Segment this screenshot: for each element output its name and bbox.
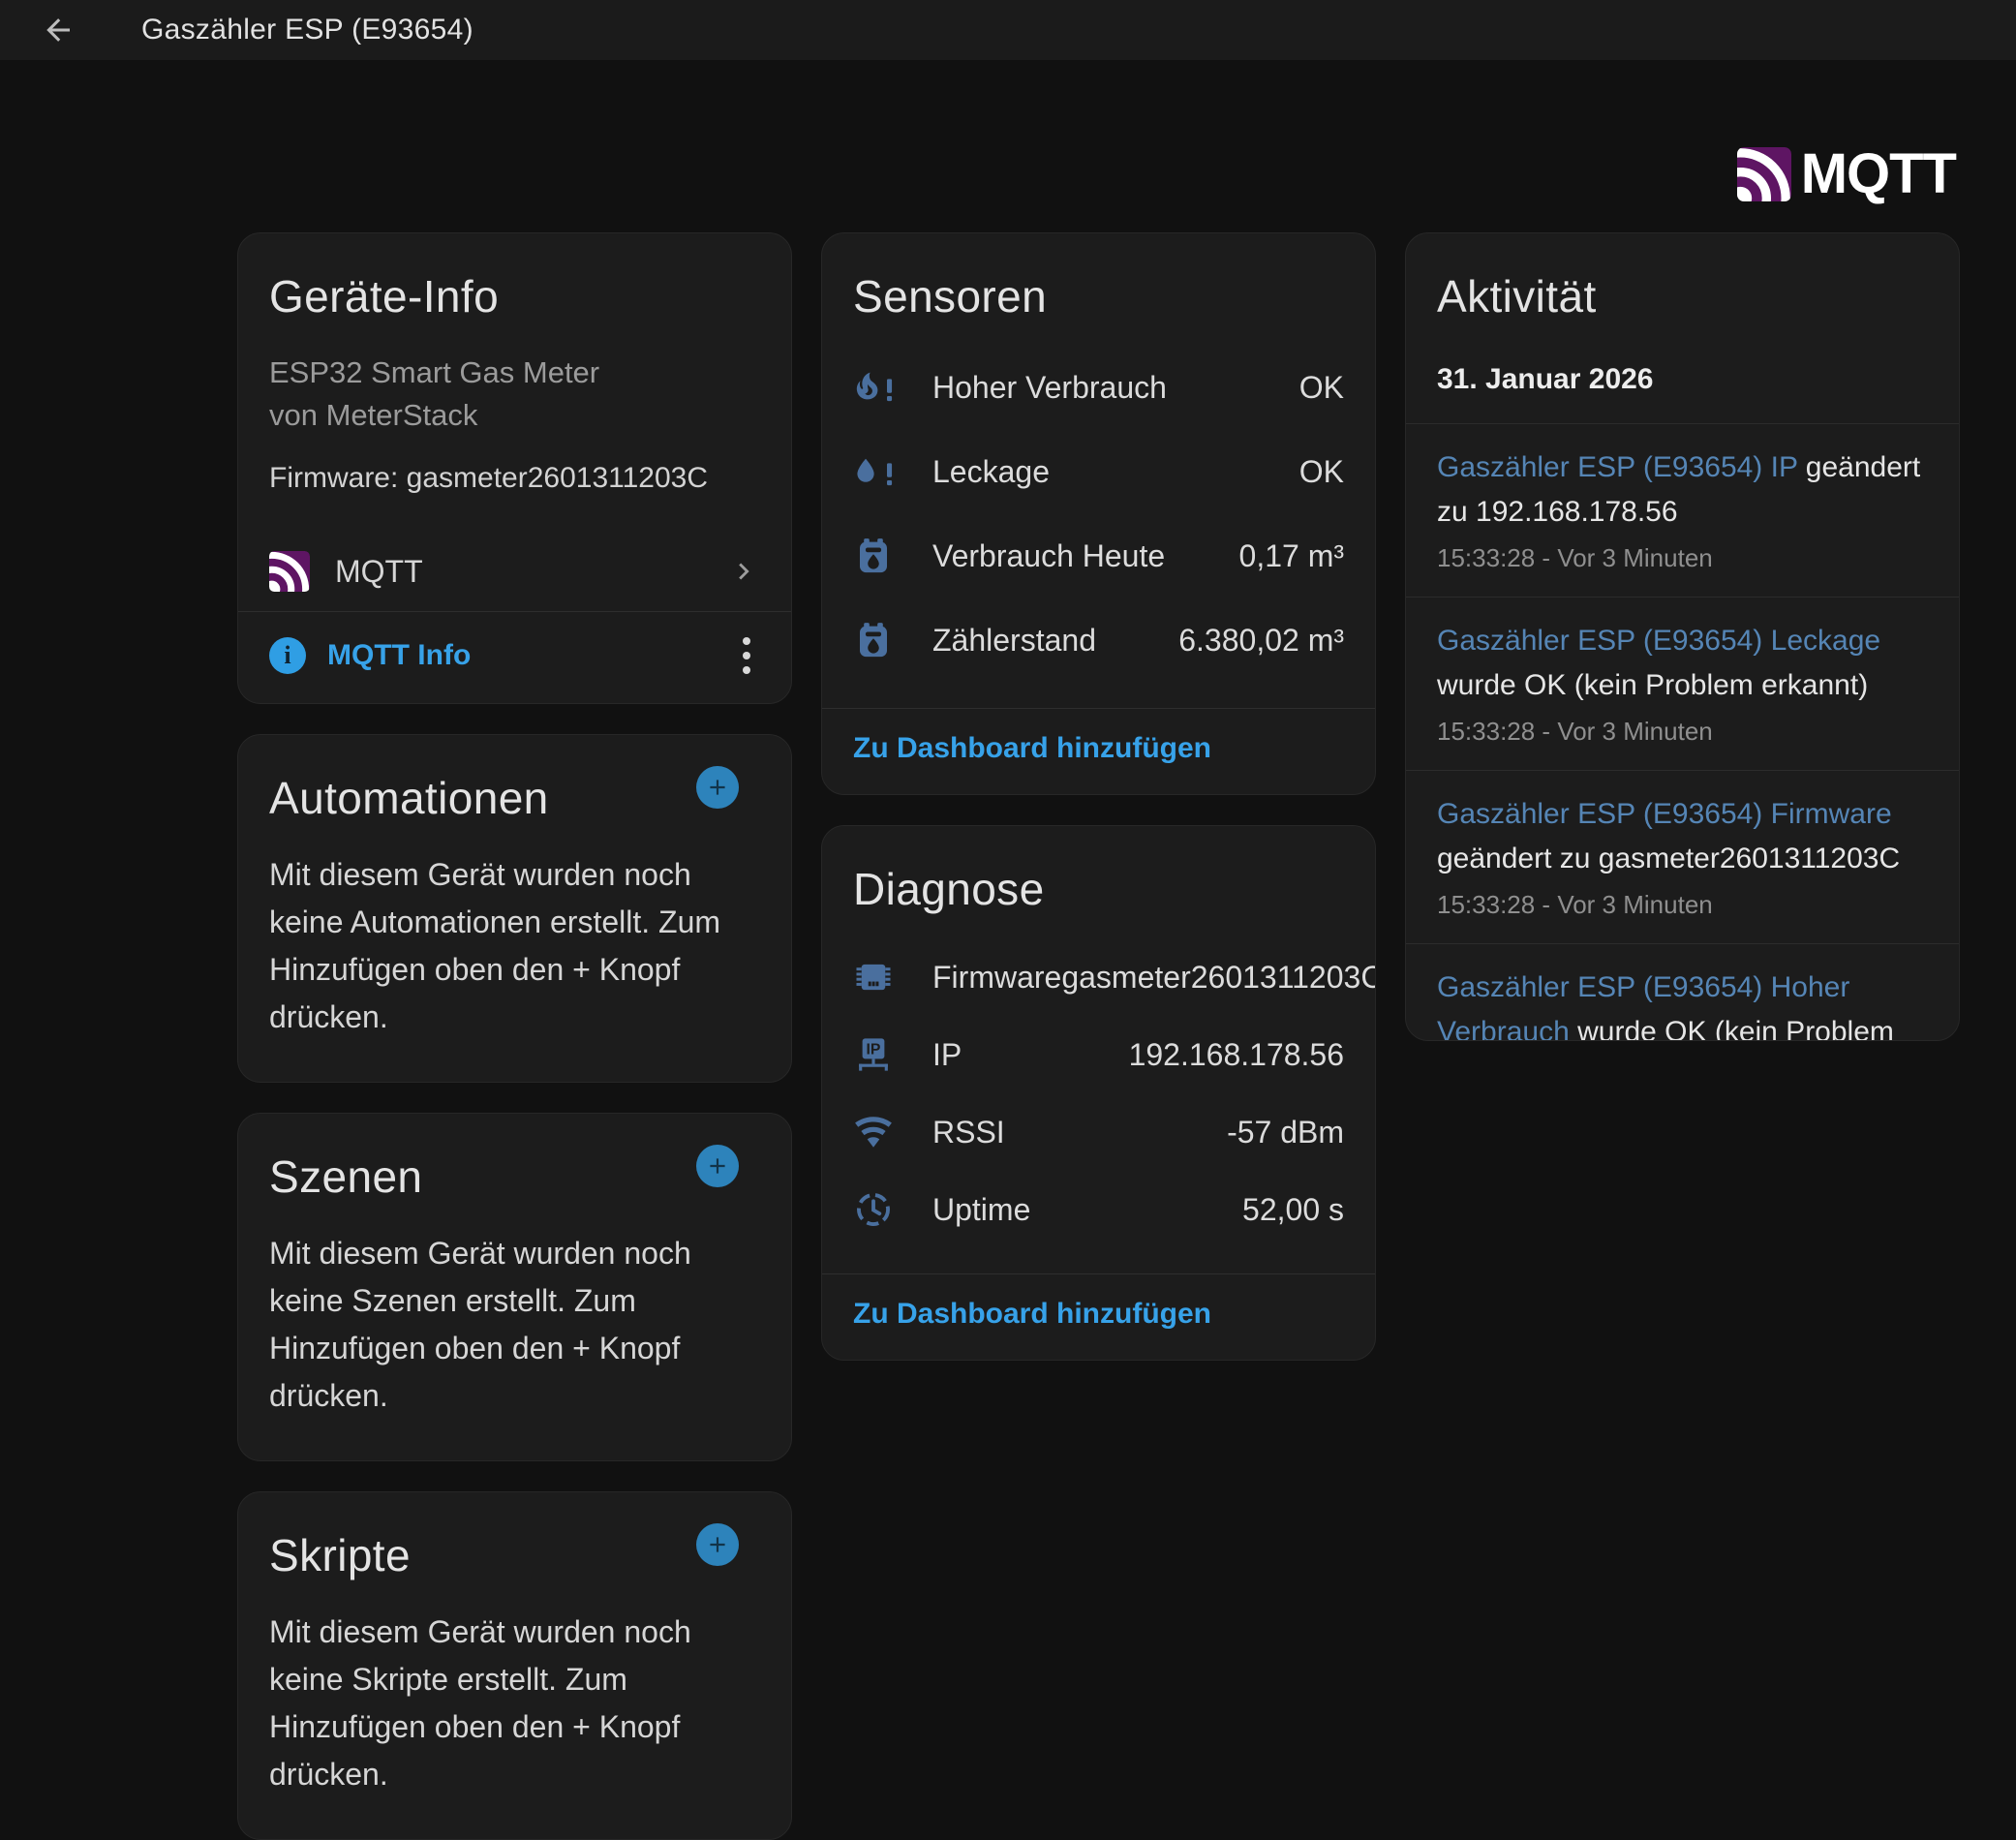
diagnostic-row-uptime[interactable]: Uptime 52,00 s (853, 1171, 1344, 1248)
activity-entry: Gaszähler ESP (E93654) Firmware geändert… (1406, 770, 1959, 943)
diagnostic-row-ip[interactable]: IP IP 192.168.178.56 (853, 1016, 1344, 1093)
clock-icon (853, 1189, 894, 1230)
sensor-label: Verbrauch Heute (932, 538, 1165, 574)
scripts-card: Skripte Mit diesem Gerät wurden noch kei… (237, 1491, 792, 1840)
ip-network-icon: IP (853, 1034, 894, 1075)
plus-icon (705, 1153, 730, 1179)
scripts-title: Skripte (238, 1492, 442, 1581)
plus-icon (705, 1532, 730, 1557)
automations-card: Automationen Mit diesem Gerät wurden noc… (237, 734, 792, 1083)
diagnostic-row-rssi[interactable]: RSSI -57 dBm (853, 1093, 1344, 1171)
water-alert-icon (853, 452, 894, 493)
overflow-menu-button[interactable] (733, 633, 760, 678)
mqtt-info-link[interactable]: i MQTT Info (269, 637, 471, 674)
activity-entity-link[interactable]: Gaszähler ESP (E93654) Leckage (1437, 625, 1880, 657)
sensor-value: OK (1299, 370, 1344, 406)
mqtt-info-label: MQTT Info (327, 639, 471, 672)
device-model: ESP32 Smart Gas Meter (269, 352, 760, 394)
sensor-label: Hoher Verbrauch (932, 370, 1167, 406)
activity-timestamp: 15:33:28 - Vor 3 Minuten (1437, 890, 1928, 920)
add-to-dashboard-link[interactable]: Zu Dashboard hinzufügen (853, 1298, 1211, 1330)
add-scene-button[interactable] (696, 1145, 739, 1187)
mqtt-logo-icon (1737, 147, 1791, 201)
scenes-card: Szenen Mit diesem Gerät wurden noch kein… (237, 1113, 792, 1461)
middle-column: Sensoren Hoher Verbrauch OK Leckage (821, 232, 1376, 1840)
device-firmware: Firmware: gasmeter2601311203C (269, 462, 760, 495)
sensor-row-verbrauch-heute[interactable]: Verbrauch Heute 0,17 m³ (853, 514, 1344, 598)
sensor-label: Zählerstand (932, 623, 1096, 659)
sensor-value: 0,17 m³ (1239, 538, 1344, 574)
app-header: Gaszähler ESP (E93654) (0, 0, 2016, 60)
page-title: Gaszähler ESP (E93654) (141, 14, 473, 46)
automations-empty-text: Mit diesem Gerät wurden noch keine Autom… (238, 824, 791, 1082)
chevron-right-icon (727, 555, 760, 588)
chip-icon (853, 957, 894, 997)
dot (743, 666, 750, 674)
activity-entry-text: wurde OK (kein Problem erkannt) (1437, 669, 1868, 701)
automations-title: Automationen (238, 735, 580, 824)
activity-entry: Gaszähler ESP (E93654) Leckage wurde OK … (1406, 597, 1959, 770)
device-info-title: Geräte-Info (238, 233, 791, 322)
diagnostic-label: IP (932, 1037, 962, 1073)
fire-alert-icon (853, 368, 894, 409)
scripts-empty-text: Mit diesem Gerät wurden noch keine Skrip… (238, 1581, 791, 1839)
diagnostics-card: Diagnose Firmware gasmeter2601311203C (821, 825, 1376, 1361)
sensor-row-hoher-verbrauch[interactable]: Hoher Verbrauch OK (853, 346, 1344, 430)
activity-date-header: 31. Januar 2026 (1406, 322, 1959, 423)
device-info-card: Geräte-Info ESP32 Smart Gas Meter von Me… (237, 232, 792, 704)
diagnostic-label: RSSI (932, 1115, 1005, 1150)
scenes-empty-text: Mit diesem Gerät wurden noch keine Szene… (238, 1203, 791, 1460)
diagnostic-value: 52,00 s (1242, 1192, 1344, 1228)
diagnostic-row-firmware[interactable]: Firmware gasmeter2601311203C (853, 938, 1344, 1016)
diagnostic-value: 192.168.178.56 (1129, 1037, 1344, 1073)
plus-icon (705, 775, 730, 800)
dot (743, 637, 750, 645)
wifi-icon (853, 1112, 894, 1152)
activity-timestamp: 15:33:28 - Vor 3 Minuten (1437, 717, 1928, 747)
sensor-value: OK (1299, 454, 1344, 490)
diagnostic-label: Firmware (932, 960, 1061, 996)
gas-meter-icon (853, 537, 894, 577)
activity-title: Aktivität (1406, 233, 1959, 322)
diagnostic-label: Uptime (932, 1192, 1030, 1228)
information-icon: i (269, 637, 306, 674)
sensor-row-zaehlerstand[interactable]: Zählerstand 6.380,02 m³ (853, 598, 1344, 683)
sensor-label: Leckage (932, 454, 1050, 490)
scenes-title: Szenen (238, 1114, 453, 1203)
add-to-dashboard-link[interactable]: Zu Dashboard hinzufügen (853, 732, 1211, 764)
diagnostic-value: -57 dBm (1227, 1115, 1344, 1150)
mqtt-brand-label: MQTT (1801, 141, 1956, 206)
arrow-left-icon (41, 13, 76, 47)
activity-entry-text: geändert zu gasmeter2601311203C (1437, 843, 1900, 874)
sensors-card: Sensoren Hoher Verbrauch OK Leckage (821, 232, 1376, 795)
activity-entry: Gaszähler ESP (E93654) IP geändert zu 19… (1406, 423, 1959, 597)
activity-entry: Gaszähler ESP (E93654) Hoher Verbrauch w… (1406, 943, 1959, 1041)
integration-row-mqtt[interactable]: MQTT (238, 532, 791, 611)
activity-entity-link[interactable]: Gaszähler ESP (E93654) IP (1437, 451, 1797, 483)
activity-entity-link[interactable]: Gaszähler ESP (E93654) Firmware (1437, 798, 1892, 830)
diagnostics-title: Diagnose (822, 826, 1375, 915)
integration-label: MQTT (335, 554, 423, 590)
dot (743, 652, 750, 659)
add-automation-button[interactable] (696, 766, 739, 809)
device-manufacturer: von MeterStack (269, 394, 760, 437)
sensor-value: 6.380,02 m³ (1178, 623, 1344, 659)
back-button[interactable] (37, 9, 79, 51)
add-script-button[interactable] (696, 1523, 739, 1566)
device-page-content: Geräte-Info ESP32 Smart Gas Meter von Me… (237, 232, 1960, 1840)
right-column: Aktivität 31. Januar 2026 Gaszähler ESP … (1405, 232, 1960, 1840)
activity-card: Aktivität 31. Januar 2026 Gaszähler ESP … (1405, 232, 1960, 1041)
sensor-row-leckage[interactable]: Leckage OK (853, 430, 1344, 514)
svg-text:IP: IP (867, 1041, 881, 1058)
diagnostic-value: gasmeter2601311203C (1061, 960, 1376, 996)
integration-brand-link[interactable]: MQTT (1737, 141, 1956, 206)
activity-timestamp: 15:33:28 - Vor 3 Minuten (1437, 543, 1928, 573)
sensors-title: Sensoren (822, 233, 1375, 322)
left-column: Geräte-Info ESP32 Smart Gas Meter von Me… (237, 232, 792, 1840)
gas-meter-icon (853, 621, 894, 661)
mqtt-logo-icon (269, 551, 310, 592)
